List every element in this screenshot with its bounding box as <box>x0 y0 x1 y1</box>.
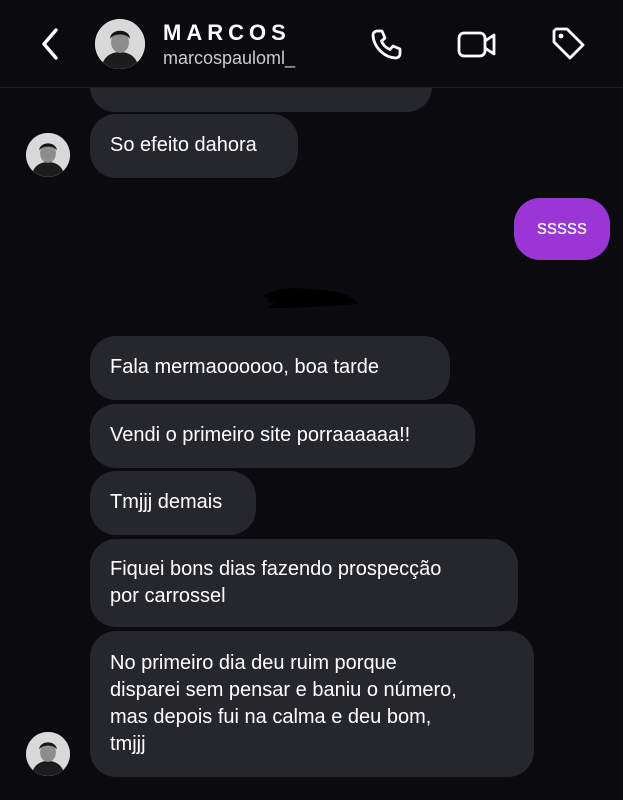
message-bubble-incoming[interactable]: Fiquei bons dias fazendo prospecção por … <box>90 539 518 627</box>
avatar-photo <box>26 732 70 776</box>
message-line: por carrossel <box>110 585 226 607</box>
back-button[interactable] <box>34 24 68 64</box>
message-text: So efeito dahora <box>110 134 257 156</box>
message-line: mas depois fui na calma e deu bom, <box>110 706 432 728</box>
contact-avatar-small[interactable] <box>26 732 70 776</box>
message-bubble-incoming[interactable]: Tmjjj demais <box>90 471 256 535</box>
message-line: No primeiro dia deu ruim porque <box>110 652 397 674</box>
message-bubble-outgoing[interactable]: sssss <box>514 198 610 260</box>
phone-icon <box>371 29 402 60</box>
tag-icon <box>552 27 585 60</box>
contact-name[interactable]: MARCOS <box>163 20 291 46</box>
message-line: tmjjj <box>110 733 146 755</box>
contact-avatar-small[interactable] <box>26 133 70 177</box>
message-bubble-incoming[interactable]: Fala mermaoooooo, boa tarde <box>90 336 450 400</box>
chevron-left-icon <box>42 28 58 60</box>
video-call-button[interactable] <box>456 26 498 62</box>
tag-button[interactable] <box>550 26 586 62</box>
message-bubble-incoming[interactable]: Vendi o primeiro site porraaaaaa!! <box>90 404 475 468</box>
chat-header: MARCOS marcospauloml_ <box>0 0 623 88</box>
message-text: sssss <box>537 217 587 239</box>
avatar-photo <box>26 133 70 177</box>
chat-screen: MARCOS marcospauloml_ So efeito dahora s… <box>0 0 623 800</box>
message-text: Vendi o primeiro site porraaaaaa!! <box>110 424 411 446</box>
contact-avatar[interactable] <box>95 19 145 69</box>
message-line: Fiquei bons dias fazendo prospecção <box>110 558 442 580</box>
message-text: Fala mermaoooooo, boa tarde <box>110 356 380 378</box>
message-text: Tmjjj demais <box>110 491 223 513</box>
contact-handle[interactable]: marcospauloml_ <box>163 48 295 69</box>
message-line: disparei sem pensar e baniu o número, <box>110 679 457 701</box>
message-bubble-incoming[interactable]: So efeito dahora <box>90 114 298 178</box>
redaction-scribble <box>264 288 358 309</box>
video-camera-icon <box>457 31 496 58</box>
avatar-photo <box>95 19 145 69</box>
voice-call-button[interactable] <box>368 26 404 62</box>
message-bubble-incoming[interactable]: No primeiro dia deu ruim porque disparei… <box>90 631 534 777</box>
